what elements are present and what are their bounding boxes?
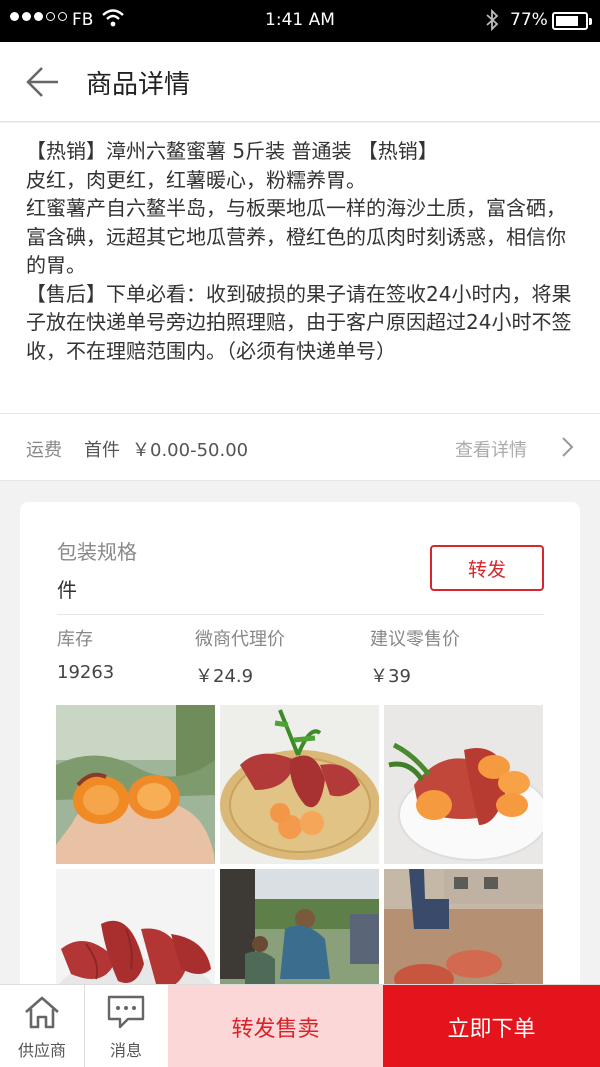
buy-now-button[interactable]: 立即下单 — [383, 985, 600, 1067]
view-details-link[interactable]: 查看详情 — [455, 436, 527, 462]
house-icon — [25, 996, 59, 1029]
agent-price-label: 微商代理价 — [195, 629, 285, 650]
back-arrow-icon[interactable] — [22, 62, 62, 102]
bottom-action-bar: 供应商 消息 转发售卖 立即下单 — [0, 984, 600, 1067]
forward-sell-button[interactable]: 转发售卖 — [168, 985, 383, 1067]
tab-supplier-label: 供应商 — [17, 1041, 66, 1060]
divider — [57, 614, 544, 615]
stock-label: 库存 — [57, 629, 93, 650]
product-description: 【热销】漳州六鳌蜜薯 5斤装 普通装 【热销】 皮红，肉更红，红薯暖心，粉糯养胃… — [0, 123, 600, 413]
description-text: 【热销】漳州六鳌蜜薯 5斤装 普通装 【热销】 皮红，肉更红，红薯暖心，粉糯养胃… — [26, 139, 572, 363]
page-title: 商品详情 — [86, 70, 191, 100]
spec-card: 包装规格 件 转发 库存 微商代理价 建议零售价 19263 ￥24.9 ￥39 — [20, 502, 580, 1028]
shipping-price: ￥0.00-50.00 — [132, 440, 249, 461]
agent-price-value: ￥24.9 — [195, 666, 254, 687]
battery-percentage: 77% — [510, 10, 548, 30]
battery-icon — [552, 12, 592, 30]
first-item-label: 首件 — [84, 440, 120, 461]
product-photo[interactable] — [56, 705, 215, 864]
product-photo[interactable] — [384, 705, 543, 864]
tab-supplier[interactable]: 供应商 — [0, 985, 84, 1067]
shipping-row[interactable]: 运费 首件 ￥0.00-50.00 查看详情 — [0, 413, 600, 481]
spec-label: 包装规格 — [57, 540, 137, 564]
forward-button[interactable]: 转发 — [430, 545, 544, 591]
tab-messages-label: 消息 — [109, 1041, 142, 1060]
chevron-right-icon — [560, 436, 574, 463]
retail-price-label: 建议零售价 — [370, 629, 460, 650]
stock-value: 19263 — [57, 662, 115, 683]
shipping-label: 运费 — [26, 440, 62, 461]
message-icon — [107, 995, 145, 1029]
nav-header: 商品详情 — [0, 42, 600, 122]
spec-value: 件 — [57, 578, 77, 602]
product-photo[interactable] — [220, 705, 379, 864]
tab-messages[interactable]: 消息 — [84, 985, 168, 1067]
status-bar: FB 1:41 AM 77% — [0, 0, 600, 42]
bluetooth-icon — [485, 8, 499, 36]
product-detail-page: FB 1:41 AM 77% 商品详情 【热销】漳州六鳌蜜薯 5斤装 普通装 【… — [0, 0, 600, 1067]
retail-price-value: ￥39 — [370, 666, 411, 687]
